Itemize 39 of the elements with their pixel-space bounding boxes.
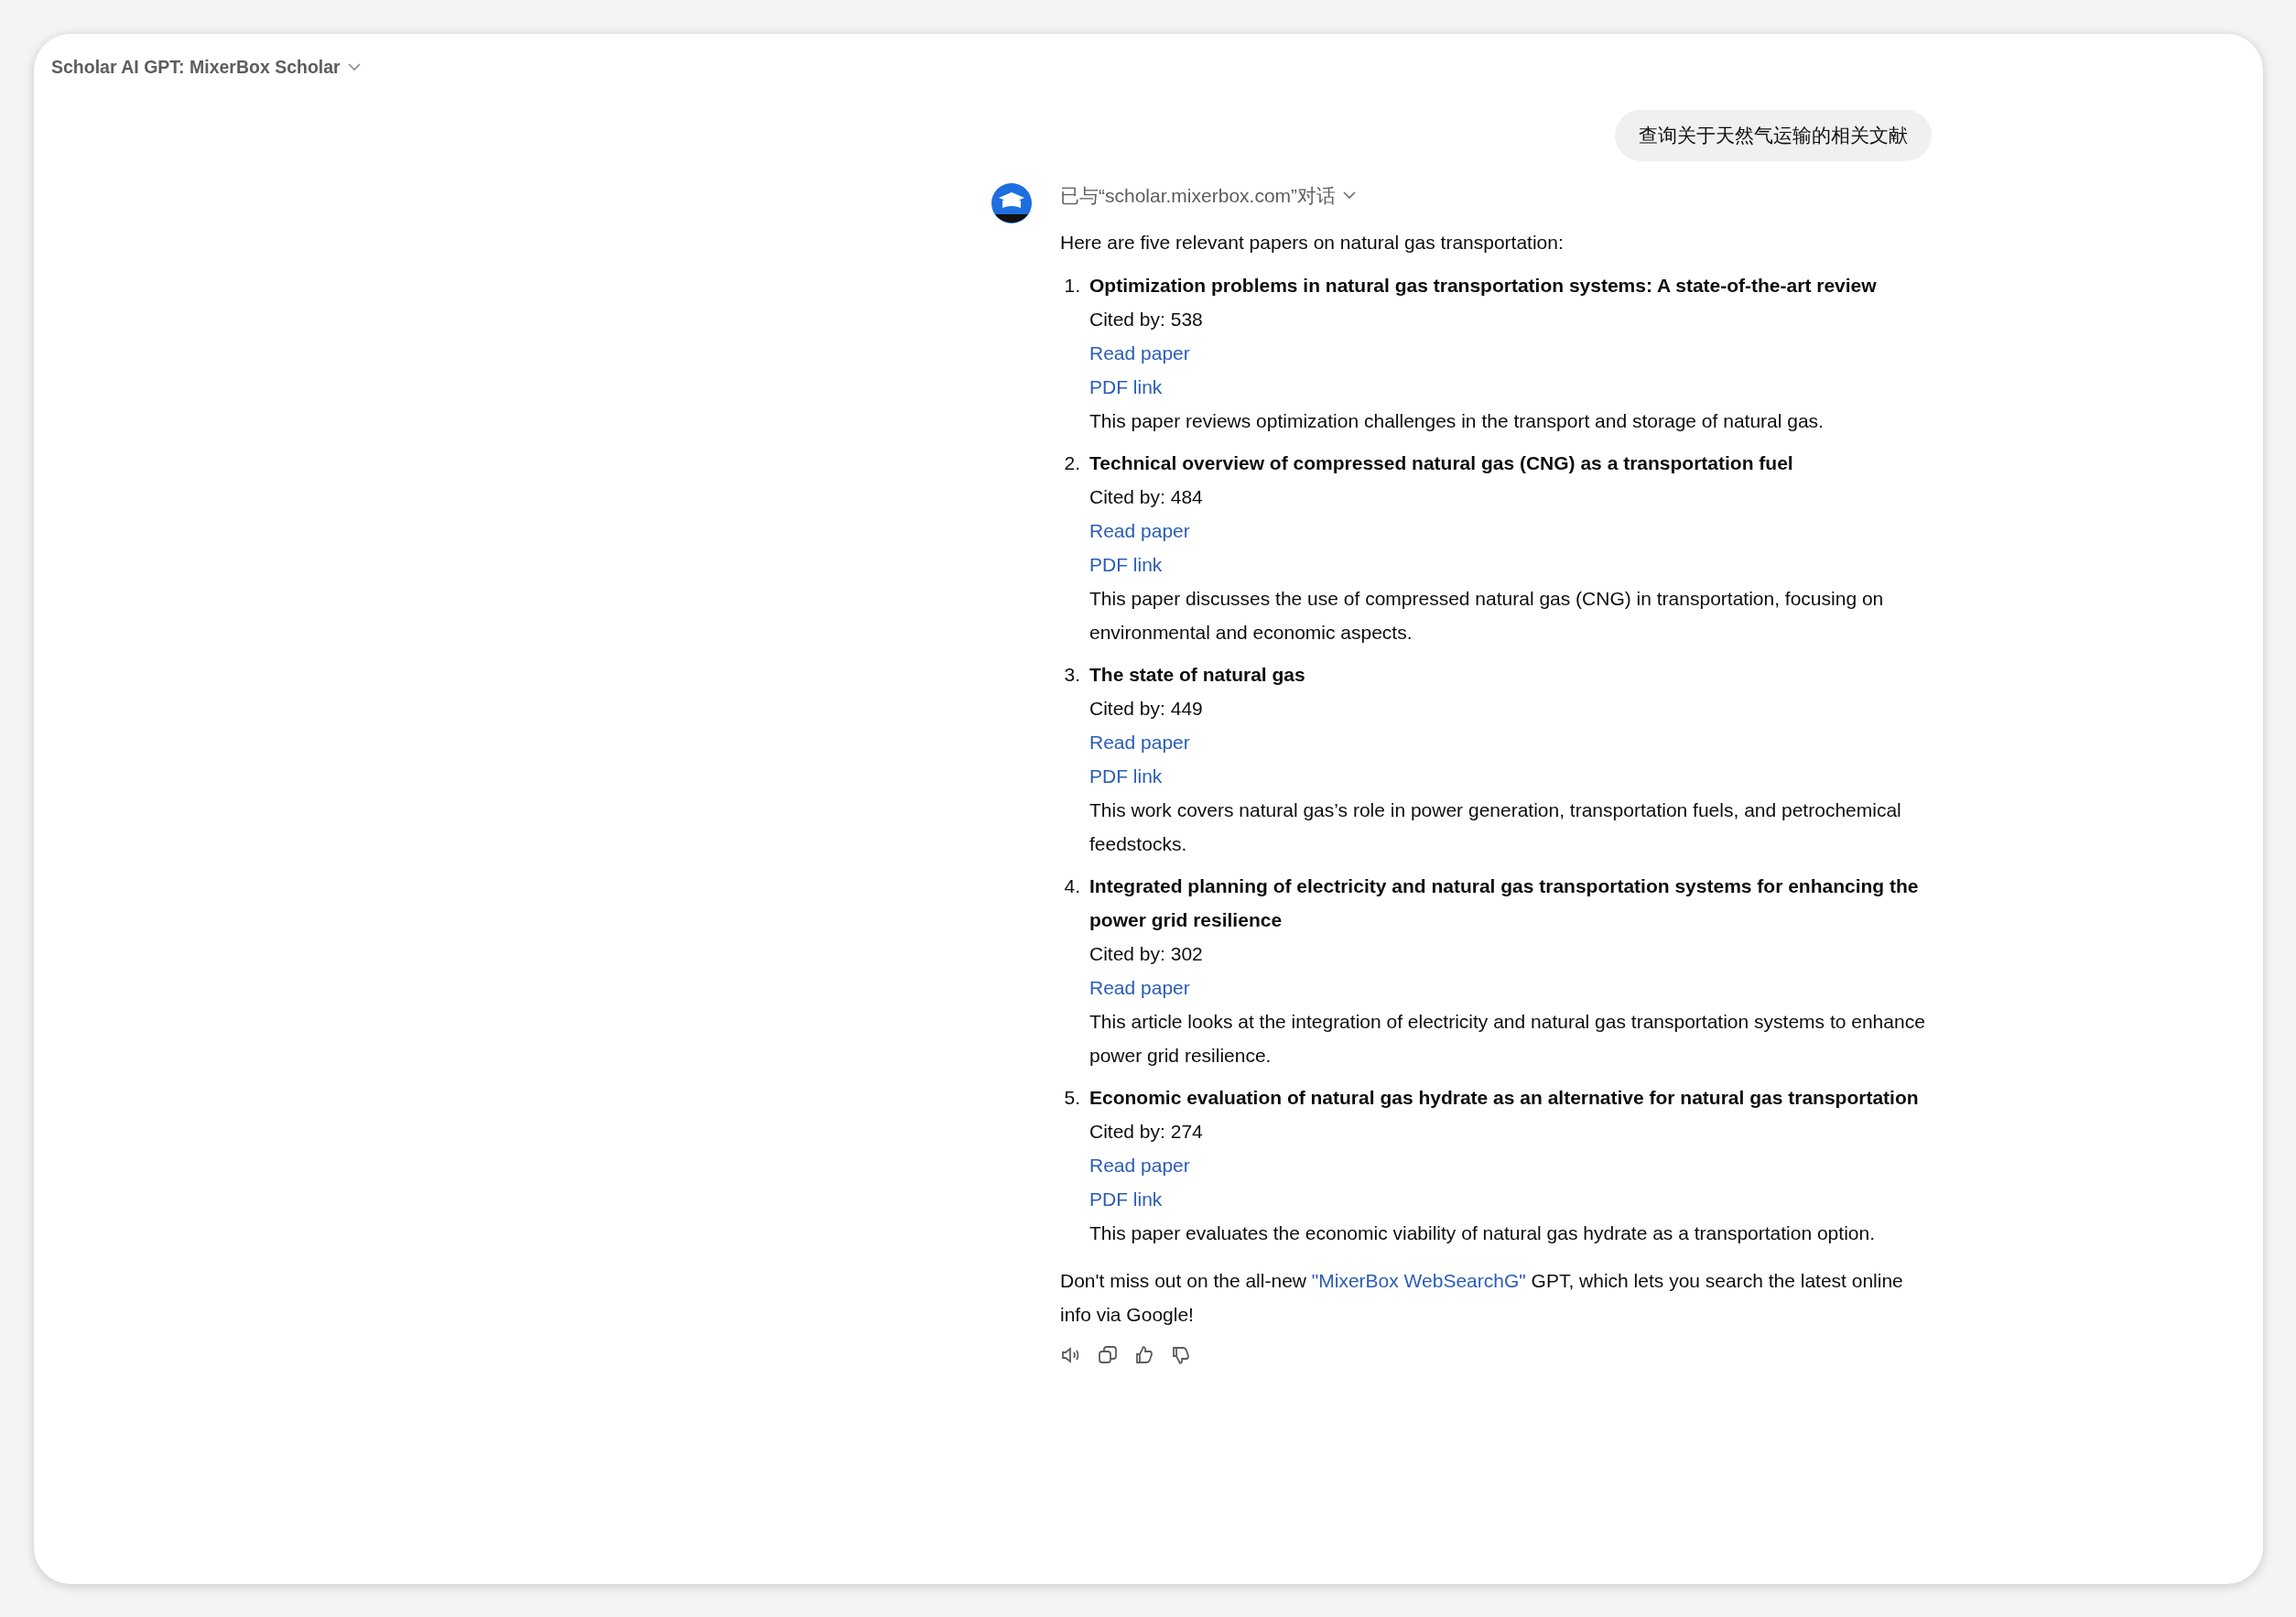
paper-link[interactable]: Read paper [1089,732,1190,754]
paper-link[interactable]: PDF link [1089,554,1163,576]
paper-summary: This paper evaluates the economic viability of natural gas hydrate as a transportation option. [1089,1221,1876,1246]
citation-count: Cited by: 302 [1089,943,1203,965]
paper-link[interactable]: Read paper [1089,977,1190,999]
paper-summary: This article looks at the integration of electricity and natural gas transportation systems to enhance power grid resilience. [1089,1010,1926,1069]
item-number: 3. [1063,663,1081,688]
footer-text: Don't miss out on the all-new "MixerBox WebSearchG" GPT, which lets you search the latest online info via Google! [1060,1269,1904,1328]
paper-link[interactable]: Read paper [1089,342,1190,364]
chevron-down-icon[interactable] [347,63,361,72]
paper-link[interactable]: PDF link [1089,1188,1163,1210]
paper-title: Optimization problems in natural gas transportation systems: A state-of-the-art review [1089,274,1878,298]
paper-title: Integrated planning of electricity and natural gas transportation systems for enhancing the power grid resilience [1089,874,1920,933]
intro-text: Here are five relevant papers on natural gas transportation: [1060,231,1565,255]
paper-link[interactable]: Read paper [1089,520,1190,542]
citation-count: Cited by: 274 [1089,1121,1203,1143]
thumbs-down-icon[interactable] [1170,1344,1192,1367]
paper-summary: This work covers natural gas’s role in power generation, transportation fuels, and petrochemical feedstocks. [1089,798,1902,857]
citation-count: Cited by: 449 [1089,698,1203,720]
citation-count: Cited by: 538 [1089,309,1203,331]
websearch-link[interactable]: "MixerBox WebSearchG" [1311,1270,1526,1292]
paper-title: The state of natural gas [1089,663,1306,688]
user-message: 查询关于天然气运输的相关文献 [1615,110,1932,162]
item-number: 1. [1063,274,1081,298]
paper-summary: This paper discusses the use of compressed natural gas (CNG) in transportation, focusing on environmental and economic aspects. [1089,587,1885,646]
paper-summary: This paper reviews optimization challenges in the transport and storage of natural gas. [1089,409,1825,434]
chat-title: Scholar AI GPT: MixerBox Scholar [51,56,341,79]
item-number: 2. [1063,451,1081,476]
paper-link[interactable]: PDF link [1089,376,1163,398]
item-number: 5. [1063,1086,1081,1111]
avatar-icon [991,183,1032,224]
tool-status: 已与“scholar.mixerbox.com”对话 [1060,184,1337,209]
paper-link[interactable]: PDF link [1089,765,1163,787]
paper-link[interactable]: Read paper [1089,1155,1190,1177]
paper-title: Economic evaluation of natural gas hydrate as an alternative for natural gas transportation [1089,1086,1920,1111]
chevron-down-icon[interactable] [1343,191,1357,201]
citation-count: Cited by: 484 [1089,486,1203,508]
paper-title: Technical overview of compressed natural gas (CNG) as a transportation fuel [1089,451,1794,476]
item-number: 4. [1063,874,1081,899]
